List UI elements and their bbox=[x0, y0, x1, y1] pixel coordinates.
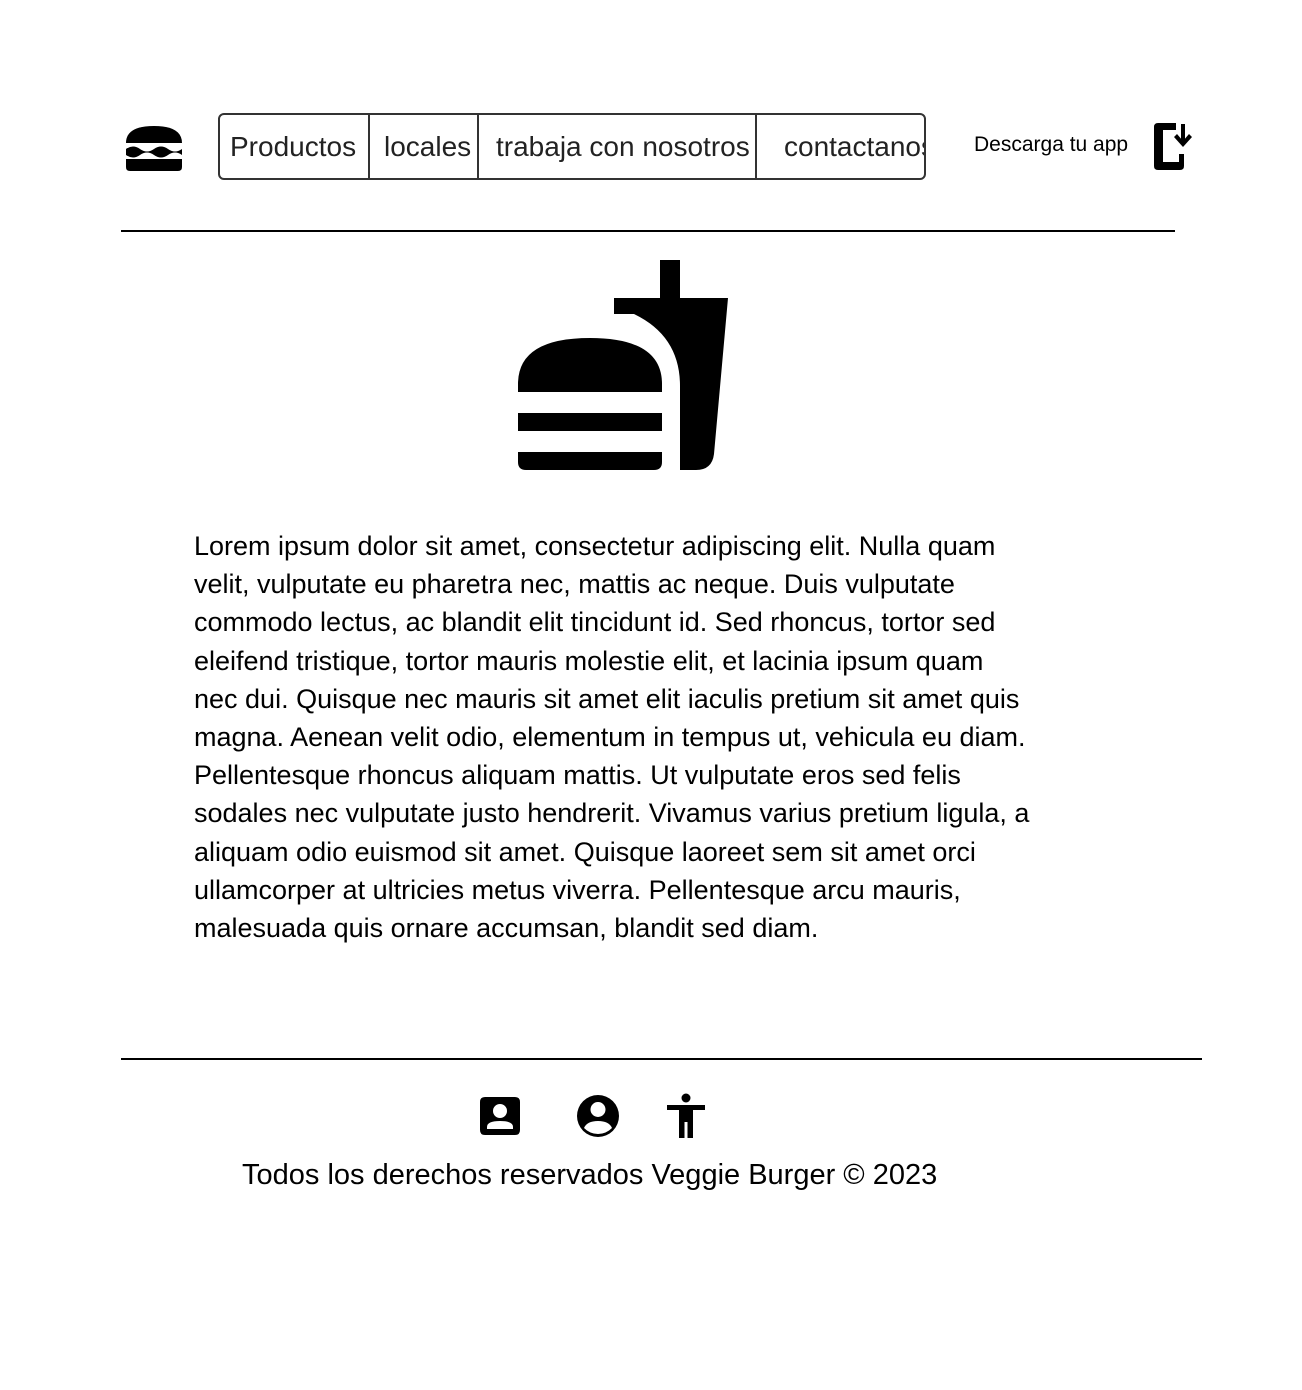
contact-card-icon[interactable] bbox=[477, 1093, 523, 1139]
burger-and-drink-icon bbox=[518, 260, 728, 470]
nav-item-locales[interactable]: locales bbox=[368, 115, 477, 178]
nav-item-productos[interactable]: Productos bbox=[220, 115, 368, 178]
account-circle-icon[interactable] bbox=[575, 1093, 621, 1139]
nav-item-trabaja-con-nosotros[interactable]: trabaja con nosotros bbox=[477, 115, 755, 178]
accessibility-icon[interactable] bbox=[663, 1093, 709, 1139]
footer-divider bbox=[121, 1058, 1202, 1060]
nav-item-contactanos[interactable]: contactanos bbox=[755, 115, 924, 178]
copyright-text: Todos los derechos reservados Veggie Bur… bbox=[242, 1159, 938, 1191]
header-divider bbox=[121, 230, 1175, 232]
burger-icon[interactable] bbox=[124, 124, 184, 172]
download-app-label[interactable]: Descarga tu app bbox=[974, 133, 1128, 157]
main-nav: Productos locales trabaja con nosotros c… bbox=[218, 113, 926, 180]
phone-download-icon[interactable] bbox=[1152, 121, 1194, 171]
body-paragraph: Lorem ipsum dolor sit amet, consectetur … bbox=[194, 531, 1030, 944]
